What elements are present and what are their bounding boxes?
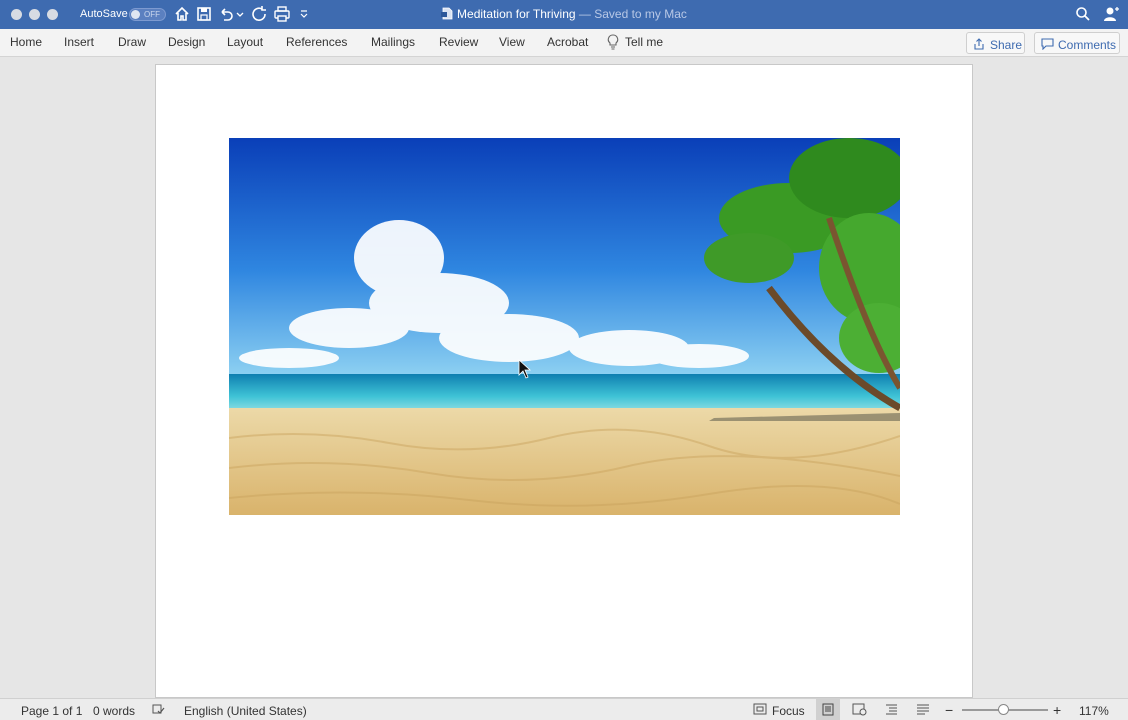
tab-mailings[interactable]: Mailings: [371, 35, 415, 49]
tab-layout[interactable]: Layout: [227, 35, 263, 49]
focus-icon: [753, 703, 767, 715]
zoom-slider-handle[interactable]: [997, 704, 1009, 715]
share-label: Share: [990, 38, 1023, 52]
status-bar: Page 1 of 1 0 words English (United Stat…: [0, 698, 1128, 720]
tab-draw[interactable]: Draw: [118, 35, 146, 49]
zoom-out-button[interactable]: −: [945, 702, 953, 718]
tab-view[interactable]: View: [499, 35, 525, 49]
tab-home[interactable]: Home: [10, 35, 42, 49]
account-icon[interactable]: [1102, 5, 1120, 23]
document-icon: [441, 7, 453, 20]
proofing-icon[interactable]: [151, 703, 165, 716]
comments-label: Comments: [1058, 38, 1117, 52]
focus-button[interactable]: Focus: [772, 704, 805, 718]
print-layout-view-icon[interactable]: [821, 703, 835, 716]
web-layout-view-icon[interactable]: [852, 703, 868, 716]
zoom-in-button[interactable]: +: [1053, 702, 1061, 718]
share-button[interactable]: Share: [966, 32, 1025, 54]
comments-button[interactable]: Comments: [1034, 32, 1120, 54]
tab-insert[interactable]: Insert: [64, 35, 94, 49]
share-icon: [974, 38, 984, 50]
document-canvas[interactable]: [0, 57, 1128, 698]
ribbon-tabs: Home Insert Draw Design Layout Reference…: [0, 29, 1128, 57]
lightbulb-icon: [607, 34, 619, 50]
draft-view-icon[interactable]: [916, 703, 930, 716]
page-count[interactable]: Page 1 of 1: [21, 704, 82, 718]
outline-view-icon[interactable]: [885, 703, 899, 716]
comment-icon: [1041, 38, 1054, 50]
saved-status: — Saved to my Mac: [578, 7, 687, 21]
tab-acrobat[interactable]: Acrobat: [547, 35, 588, 49]
document-page[interactable]: [155, 64, 973, 698]
document-name: Meditation for Thriving: [457, 7, 576, 21]
beach-image[interactable]: [229, 138, 900, 515]
window-title: Meditation for Thriving — Saved to my Ma…: [0, 7, 1128, 21]
language[interactable]: English (United States): [184, 704, 307, 718]
word-count[interactable]: 0 words: [93, 704, 135, 718]
tell-me-search[interactable]: Tell me: [625, 35, 663, 49]
title-bar: AutoSave OFF Meditation for Thriving — S…: [0, 0, 1128, 29]
search-icon[interactable]: [1074, 5, 1092, 23]
tab-design[interactable]: Design: [168, 35, 205, 49]
tab-references[interactable]: References: [286, 35, 347, 49]
tab-review[interactable]: Review: [439, 35, 478, 49]
zoom-level[interactable]: 117%: [1079, 704, 1109, 718]
